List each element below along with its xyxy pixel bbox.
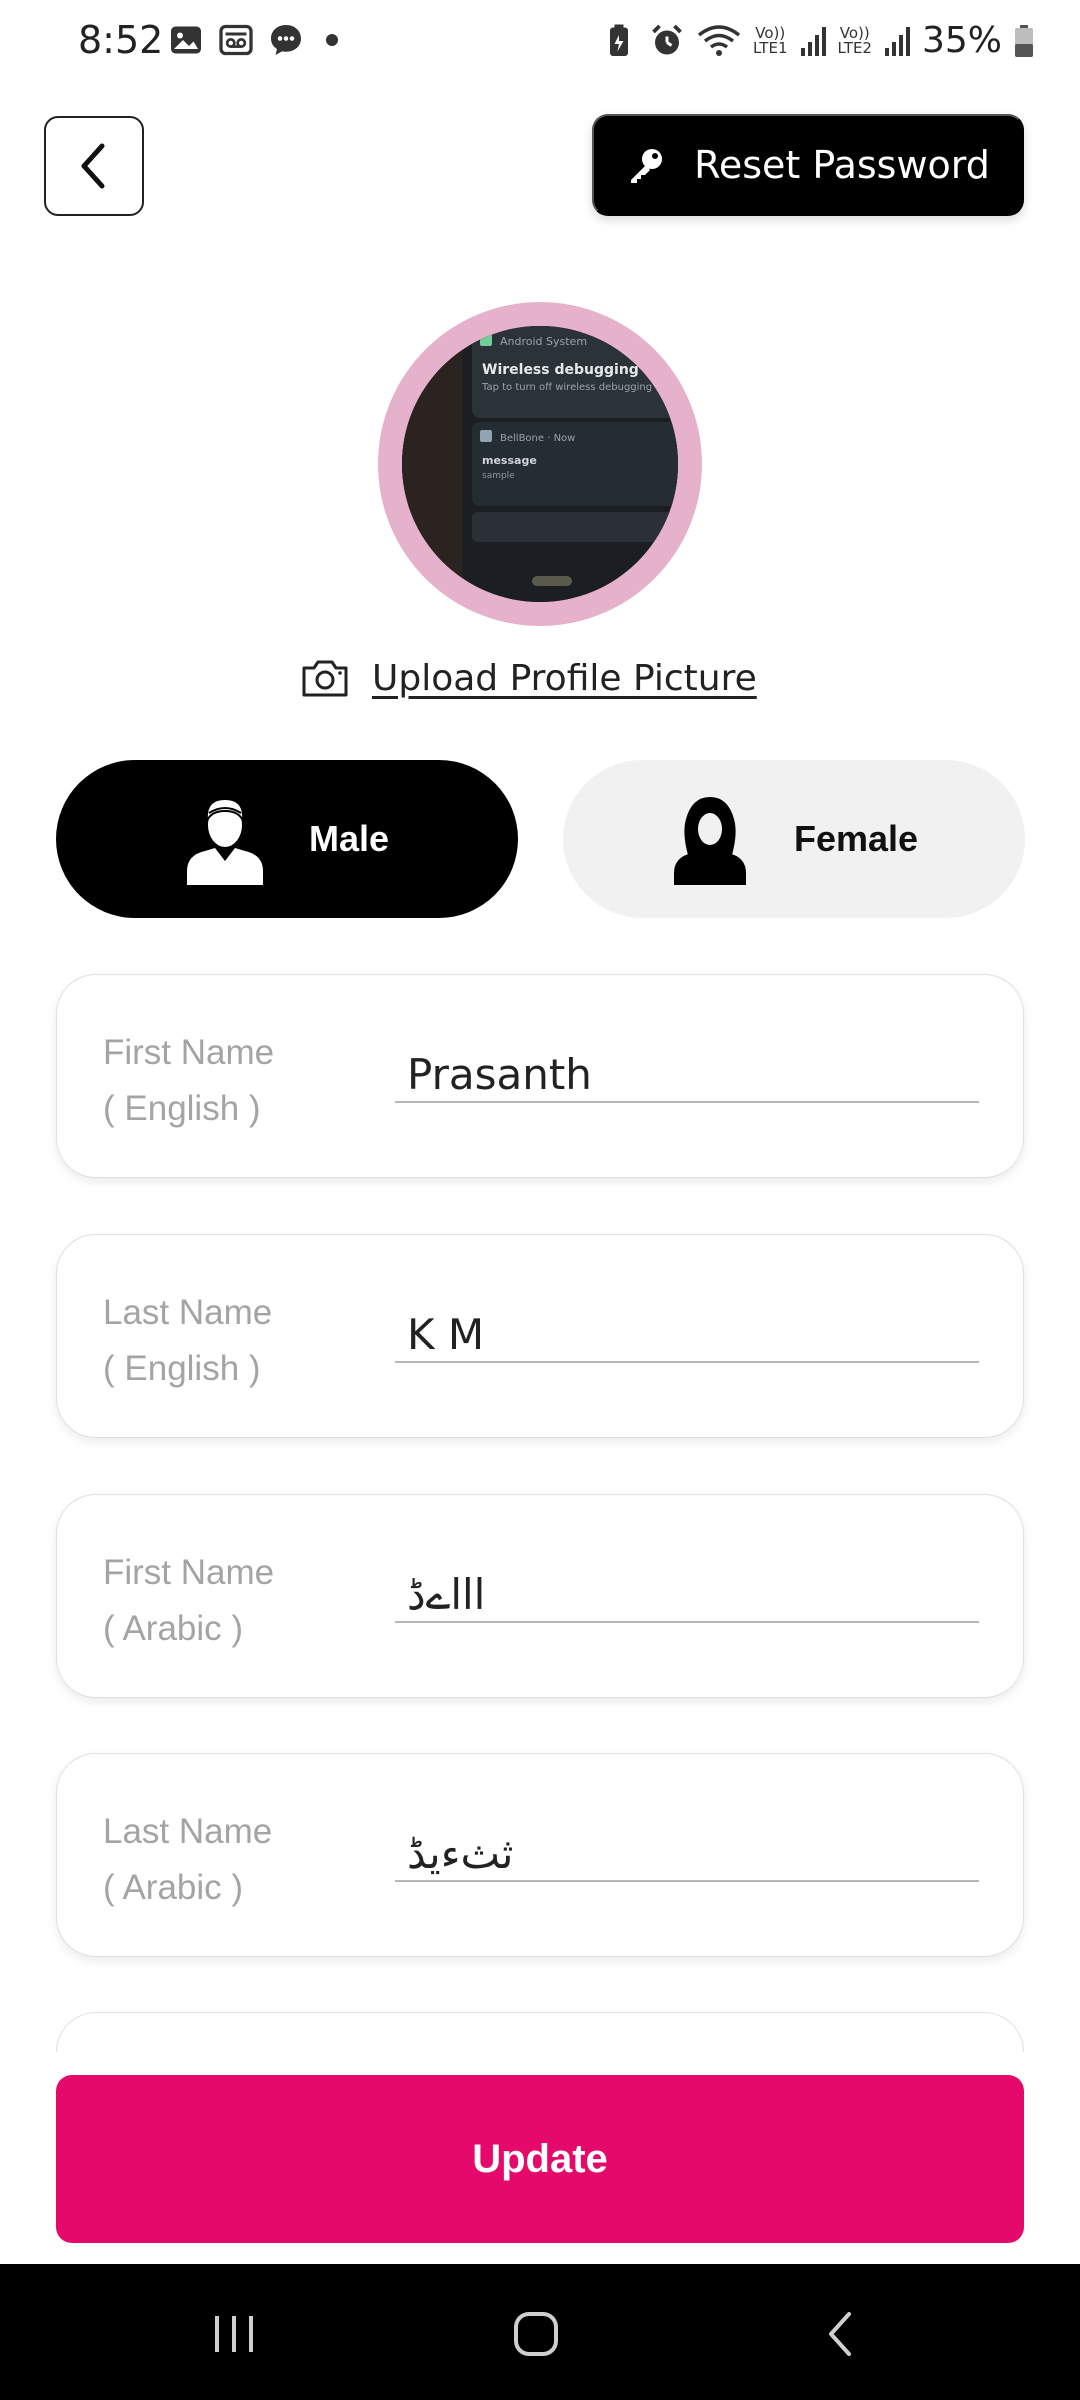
gender-female-label: Female (793, 818, 919, 859)
home-icon (514, 2312, 558, 2356)
first-name-arabic-input[interactable] (395, 1567, 979, 1623)
system-nav-bar (0, 2264, 1080, 2400)
last-name-arabic-label: Last Name ( Arabic ) (103, 1812, 273, 1907)
gender-female-button[interactable]: Female (563, 760, 1025, 918)
battery-percent: 35% (921, 20, 1002, 61)
notification-dot (326, 34, 338, 46)
status-time: 8:52 (78, 18, 164, 62)
lte1-indicator: Vo)) LTE1 (753, 25, 788, 57)
photo-msg-title: message (482, 454, 537, 467)
battery-icon (1015, 24, 1033, 57)
profile-picture[interactable]: Android System Wireless debugging connec… (378, 302, 702, 626)
profile-photo-image: Android System Wireless debugging connec… (402, 326, 678, 602)
last-name-arabic-card: Last Name ( Arabic ) (56, 1753, 1024, 1957)
update-label: Update (472, 2136, 608, 2181)
photo-app2: BellBone · Now (500, 433, 575, 444)
photo-subtitle: Tap to turn off wireless debugging (481, 382, 652, 393)
last-name-english-input[interactable] (395, 1307, 979, 1363)
gender-male-label: Male (308, 818, 390, 859)
male-avatar-icon (186, 797, 263, 885)
key-icon (631, 149, 663, 183)
first-name-english-input[interactable] (395, 1047, 979, 1103)
signal-icon (800, 26, 826, 56)
back-button[interactable] (44, 116, 144, 216)
first-name-arabic-card: First Name ( Arabic ) (56, 1494, 1024, 1698)
wifi-icon (697, 24, 741, 56)
status-icons-right: Vo)) LTE1 Vo)) LTE2 35% (601, 20, 1034, 61)
chevron-left-icon (81, 143, 105, 189)
status-icons-left (168, 22, 338, 58)
reset-password-label: Reset Password (694, 143, 990, 187)
voicemail-icon (219, 24, 253, 56)
first-name-english-label: First Name ( English ) (103, 1033, 275, 1128)
message-icon (271, 25, 301, 55)
last-name-english-label: Last Name ( English ) (103, 1293, 273, 1388)
upload-label: Upload Profile Picture (372, 657, 757, 699)
alarm-icon (652, 24, 682, 54)
lte2-label: LTE2 (837, 38, 872, 57)
lte2-indicator: Vo)) LTE2 (837, 25, 872, 57)
female-hijab-icon (673, 797, 746, 885)
status-bar: 8:52 Vo)) LTE1 Vo)) LTE2 35% (0, 0, 1080, 86)
photo-msg-sub: sample (482, 471, 515, 481)
update-button[interactable]: Update (56, 2075, 1024, 2243)
first-name-english-card: First Name ( English ) (56, 974, 1024, 1178)
gallery-icon (171, 26, 201, 54)
upload-profile-picture-link[interactable]: Upload Profile Picture (300, 650, 757, 706)
first-name-arabic-label: First Name ( Arabic ) (103, 1553, 275, 1648)
last-name-arabic-input[interactable] (395, 1826, 979, 1882)
battery-saver-icon (610, 24, 629, 56)
recents-icon (215, 2316, 253, 2352)
last-name-english-card: Last Name ( English ) (56, 1234, 1024, 1438)
reset-password-button[interactable]: Reset Password (592, 114, 1024, 216)
photo-title: Wireless debugging connected (482, 362, 678, 378)
system-back-button[interactable] (800, 2294, 880, 2374)
home-button[interactable] (496, 2294, 576, 2374)
lte1-label: LTE1 (753, 38, 788, 57)
profile-photo: Android System Wireless debugging connec… (402, 326, 678, 602)
camera-icon (302, 660, 348, 697)
photo-app-name: Android System (500, 335, 587, 348)
gender-male-button[interactable]: Male (56, 760, 518, 918)
nav-back-icon (829, 2312, 851, 2356)
signal-icon-2 (884, 26, 910, 56)
recents-button[interactable] (194, 2294, 274, 2374)
